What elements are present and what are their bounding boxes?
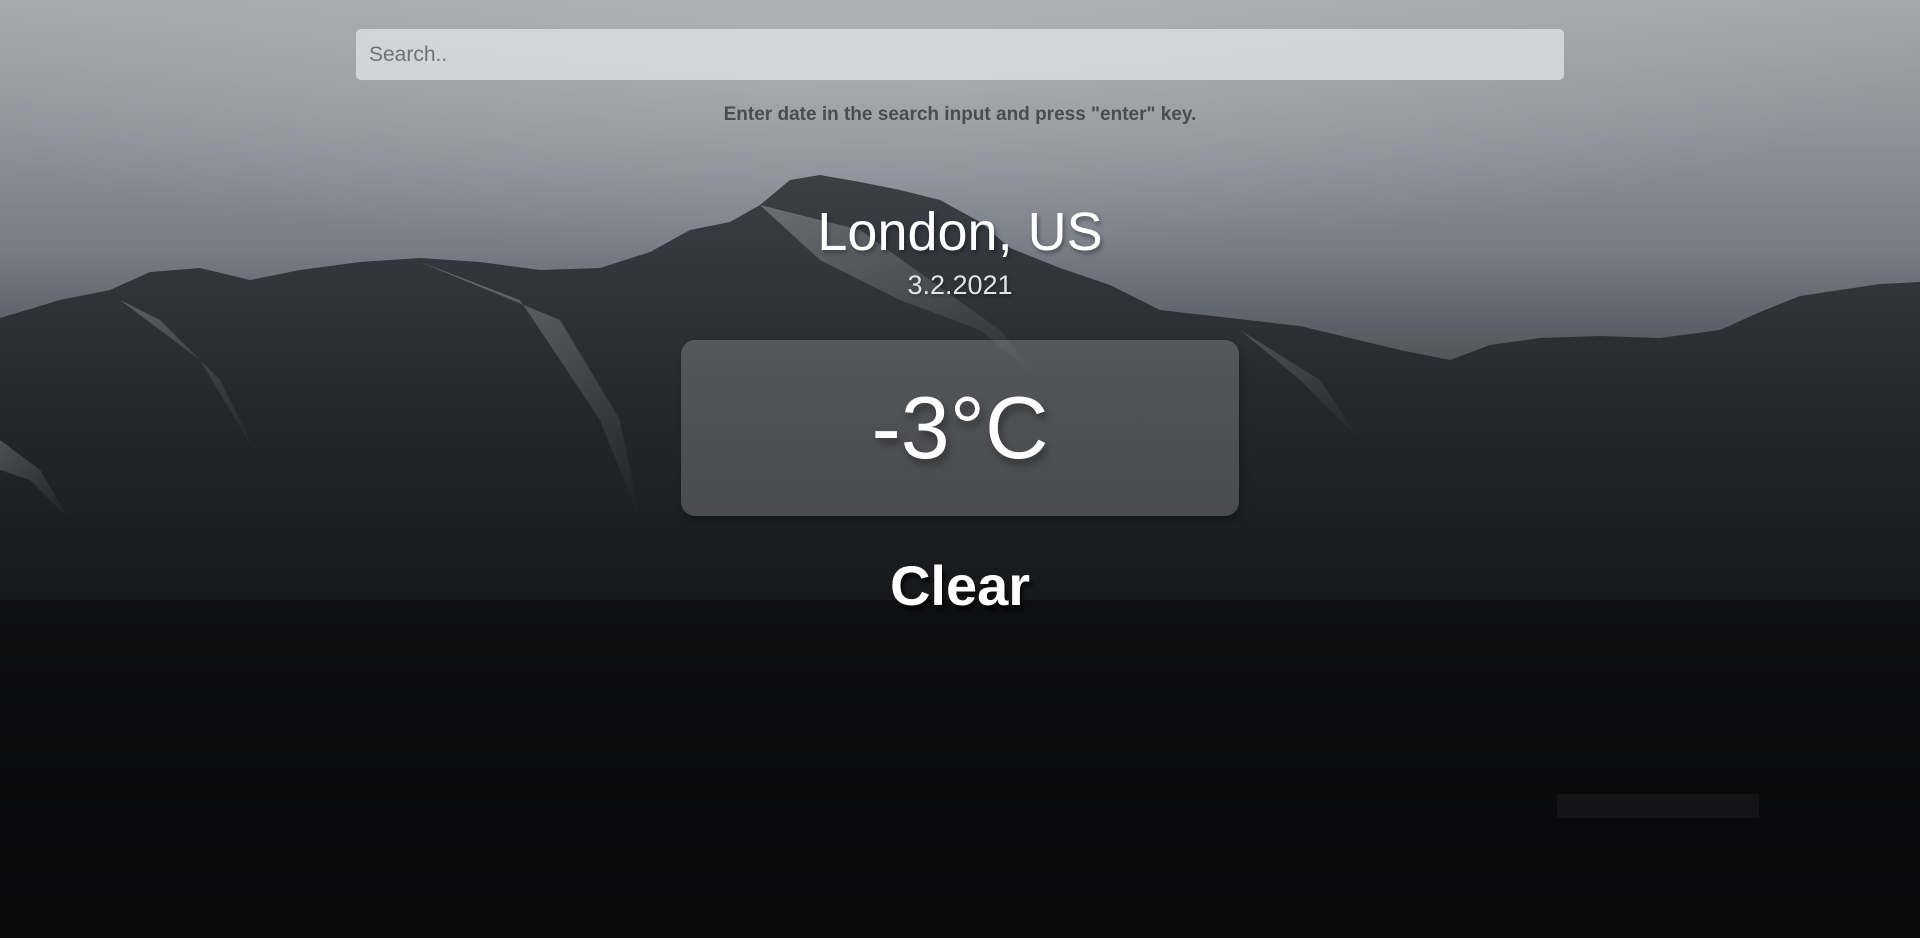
map-attribution: Unknown Map <box>1557 794 1759 818</box>
location-title: London, US <box>817 202 1103 262</box>
search-input[interactable] <box>356 29 1564 80</box>
weather-app: Enter date in the search input and press… <box>0 0 1920 938</box>
temperature-value: -3°C <box>871 378 1049 477</box>
search-bar <box>356 29 1564 80</box>
date-label: 3.2.2021 <box>907 270 1013 300</box>
temperature-panel: -3°C <box>681 340 1239 516</box>
search-hint: Enter date in the search input and press… <box>723 104 1197 125</box>
weather-condition: Clear <box>889 554 1031 617</box>
